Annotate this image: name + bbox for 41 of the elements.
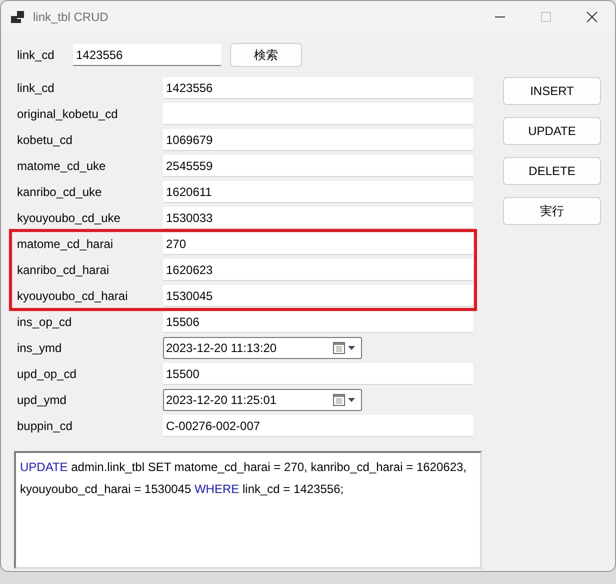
date-picker[interactable]: 2023-12-20 11:25:01	[163, 389, 362, 411]
field-label: ins_op_cd	[17, 315, 73, 329]
text-field[interactable]: 1620611	[163, 181, 473, 203]
text-field[interactable]	[163, 103, 473, 125]
window-title: link_tbl CRUD	[33, 10, 110, 24]
field-label: upd_ymd	[17, 393, 68, 407]
field-label: kanribo_cd_uke	[17, 185, 103, 199]
search-label: link_cd	[17, 48, 56, 62]
action-button[interactable]: DELETE	[503, 157, 601, 185]
field-label: matome_cd_uke	[17, 159, 107, 173]
calendar-icon[interactable]	[333, 342, 357, 354]
text-field[interactable]: 1069679	[163, 129, 473, 151]
sql-text[interactable]: UPDATE admin.link_tbl SET matome_cd_harai = 270, kanribo_cd_harai = 1620623, kyouyoubo_cd_harai = 1530045 WHERE link_cd = 1423556;	[14, 451, 482, 569]
text-field[interactable]: 1620623	[163, 259, 473, 281]
field-label: kyouyoubo_cd_harai	[17, 289, 129, 303]
calendar-icon[interactable]	[333, 394, 357, 406]
app-icon	[11, 11, 24, 23]
field-label: matome_cd_harai	[17, 237, 114, 251]
text-field[interactable]: 1530045	[163, 285, 473, 307]
field-label: kobetu_cd	[17, 133, 74, 147]
text-field[interactable]: 1530033	[163, 207, 473, 229]
action-button[interactable]: INSERT	[503, 77, 601, 105]
close-icon[interactable]	[586, 11, 598, 23]
action-button[interactable]: 実行	[503, 197, 601, 225]
field-label: kanribo_cd_harai	[17, 263, 110, 277]
field-label: link_cd	[17, 81, 56, 95]
field-label: ins_ymd	[17, 341, 63, 355]
field-label: buppin_cd	[17, 419, 74, 433]
text-field[interactable]: 270	[163, 233, 473, 255]
text-field[interactable]: C-00276-002-007	[163, 415, 473, 437]
search-button[interactable]: 検索	[230, 43, 302, 67]
field-label: original_kobetu_cd	[17, 107, 119, 121]
text-field[interactable]: 15506	[163, 311, 473, 333]
search-field[interactable]: 1423556	[73, 44, 221, 66]
text-field[interactable]: 15500	[163, 363, 473, 385]
text-field[interactable]: 2545559	[163, 155, 473, 177]
action-button[interactable]: UPDATE	[503, 117, 601, 145]
field-label: upd_op_cd	[17, 367, 78, 381]
text-field[interactable]: 1423556	[163, 77, 473, 99]
field-label: kyouyoubo_cd_uke	[17, 211, 122, 225]
date-picker[interactable]: 2023-12-20 11:13:20	[163, 337, 362, 359]
